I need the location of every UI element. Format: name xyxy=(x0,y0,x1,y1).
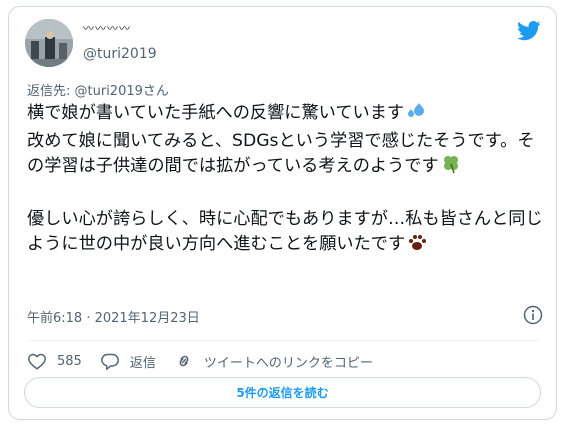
copy-link-label: ツイートへのリンクをコピー xyxy=(203,355,373,371)
action-bar: 585 返信 ツイートへのリンクをコピー xyxy=(27,348,391,374)
reply-button[interactable]: 返信 xyxy=(100,352,156,371)
avatar[interactable] xyxy=(25,19,73,67)
tweet-paragraph-2: 改めて娘に聞いてみると、SDGsという学習で感じたそうです。その学習は子供達の間… xyxy=(27,129,547,182)
twitter-bird-icon[interactable] xyxy=(517,21,541,41)
reply-to-label[interactable]: 返信先: @turi2019さん xyxy=(27,80,169,99)
like-button[interactable]: 585 xyxy=(27,352,82,370)
tweet-text: 横で娘が書いていた手紙への反響に驚いています 改めて娘に聞いてみると、SDGsと… xyxy=(27,101,547,260)
tweet-line-1: 横で娘が書いていた手紙への反響に驚いています xyxy=(27,103,405,123)
sweat-droplets-emoji xyxy=(406,101,426,129)
tweet-paragraph-1: 横で娘が書いていた手紙への反響に驚いています xyxy=(27,101,547,129)
tweet-card: 〰〰〰〰 @turi2019 返信先: @turi2019さん 横で娘が書いてい… xyxy=(8,6,557,420)
tweet-paragraph-3: 優しい心が誇らしく、時に心配でもありますが…私も皆さんと同じように世の中が良い方… xyxy=(27,207,547,260)
display-name[interactable]: 〰〰〰〰 xyxy=(83,20,131,36)
divider xyxy=(27,340,540,341)
info-icon[interactable] xyxy=(523,305,543,325)
reply-label: 返信 xyxy=(129,355,156,371)
tweet-timestamp[interactable]: 午前6:18 · 2021年12月23日 xyxy=(27,307,200,326)
reply-icon xyxy=(100,353,119,370)
like-count: 585 xyxy=(57,353,82,369)
user-handle[interactable]: @turi2019 xyxy=(83,46,157,62)
tweet-line-3: 優しい心が誇らしく、時に心配でもありますが…私も皆さんと同じように世の中が良い方… xyxy=(27,209,543,254)
paw-prints-emoji xyxy=(407,232,427,260)
four-leaf-clover-emoji xyxy=(441,154,461,182)
copy-link-button[interactable]: ツイートへのリンクをコピー xyxy=(174,352,373,371)
heart-icon xyxy=(28,353,46,370)
link-icon xyxy=(179,355,189,367)
read-replies-button[interactable]: 5件の返信を読む xyxy=(24,377,541,408)
